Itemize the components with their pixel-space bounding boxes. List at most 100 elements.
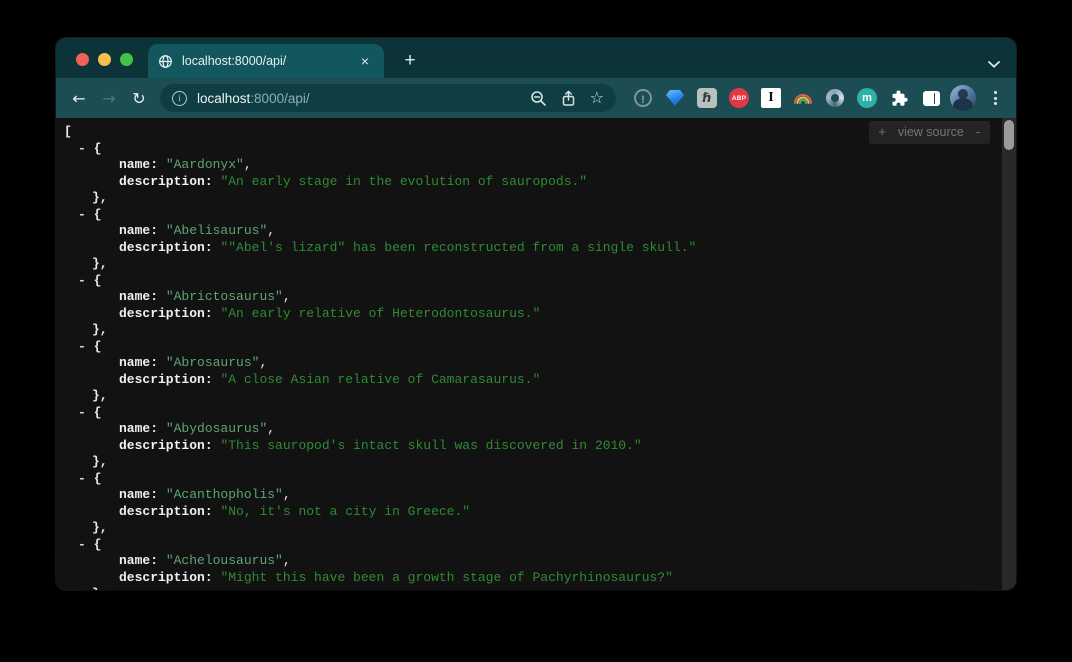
json-object-open: { <box>94 537 102 552</box>
extension-m-icon[interactable]: m <box>854 84 880 112</box>
json-line: description: "No, it's not a city in Gre… <box>56 504 1016 521</box>
json-line: }, <box>56 190 1016 207</box>
url-path: :8000/api/ <box>250 91 309 106</box>
browser-toolbar: ← → ↻ i localhost:8000/api/ ☆ ! ℏ ABP <box>56 78 1016 118</box>
collapse-toggle-icon[interactable]: - <box>78 537 86 552</box>
minimize-window-button[interactable] <box>98 53 111 66</box>
json-comma: , <box>267 223 275 238</box>
json-line: description: "Might this have been a gro… <box>56 570 1016 587</box>
collapse-all-button[interactable]: - <box>976 124 980 141</box>
extension-alert-icon[interactable]: ! <box>630 84 656 112</box>
page-content: [- {name: "Aardonyx",description: "An ea… <box>56 118 1016 590</box>
profile-avatar[interactable] <box>950 84 976 112</box>
tab-title: localhost:8000/api/ <box>182 54 356 68</box>
json-line: description: "This sauropod's intact sku… <box>56 438 1016 455</box>
tab-bar: localhost:8000/api/ × + <box>56 38 1016 78</box>
json-key-description: description: <box>119 438 213 453</box>
reload-button[interactable]: ↻ <box>124 83 154 113</box>
collapse-toggle-icon[interactable]: - <box>78 273 86 288</box>
scrollbar-thumb[interactable] <box>1004 120 1014 150</box>
json-line: name: "Abydosaurus", <box>56 421 1016 438</box>
extensions-puzzle-icon[interactable] <box>886 84 912 112</box>
side-panel-icon[interactable] <box>918 84 944 112</box>
json-value-description: "No, it's not a city in Greece." <box>220 504 470 519</box>
json-value-name: "Acanthopholis" <box>166 487 283 502</box>
tab-localhost-api[interactable]: localhost:8000/api/ × <box>148 44 384 78</box>
json-line: - { <box>56 207 1016 224</box>
json-line: - { <box>56 471 1016 488</box>
tab-close-icon[interactable]: × <box>356 52 374 70</box>
json-comma: , <box>259 355 267 370</box>
scrollbar-track[interactable] <box>1002 118 1016 590</box>
browser-window: localhost:8000/api/ × + ← → ↻ i localhos… <box>56 38 1016 590</box>
json-comma: , <box>244 157 252 172</box>
menu-kebab-icon[interactable] <box>982 84 1008 112</box>
json-object-close: }, <box>92 454 108 469</box>
json-object-close: }, <box>92 388 108 403</box>
json-object-open: { <box>94 141 102 156</box>
json-key-name: name: <box>119 487 158 502</box>
json-object-open: { <box>94 471 102 486</box>
json-line: - { <box>56 273 1016 290</box>
json-object-close: }, <box>92 190 108 205</box>
back-button[interactable]: ← <box>64 83 94 113</box>
zoom-level-icon[interactable] <box>530 90 547 107</box>
close-window-button[interactable] <box>76 53 89 66</box>
collapse-toggle-icon[interactable]: - <box>78 339 86 354</box>
json-array-open: [ <box>64 124 72 139</box>
json-line: name: "Acanthopholis", <box>56 487 1016 504</box>
zoom-window-button[interactable] <box>120 53 133 66</box>
json-comma: , <box>267 421 275 436</box>
json-key-description: description: <box>119 570 213 585</box>
json-object-close: }, <box>92 322 108 337</box>
json-object-open: { <box>94 339 102 354</box>
extension-rainbow-icon[interactable] <box>790 84 816 112</box>
tab-search-chevron-icon[interactable] <box>988 61 1000 68</box>
extension-icons: ! ℏ ABP I m <box>630 84 1008 112</box>
json-object-close: }, <box>92 520 108 535</box>
extension-adblock-icon[interactable]: ABP <box>726 84 752 112</box>
traffic-lights <box>76 53 133 66</box>
json-key-description: description: <box>119 240 213 255</box>
collapse-toggle-icon[interactable]: - <box>78 405 86 420</box>
json-line: }, <box>56 520 1016 537</box>
json-key-name: name: <box>119 157 158 172</box>
bookmark-star-icon[interactable]: ☆ <box>590 90 604 106</box>
new-tab-button[interactable]: + <box>396 47 424 75</box>
share-icon[interactable] <box>561 90 576 107</box>
json-line: description: "An early stage in the evol… <box>56 174 1016 191</box>
json-key-name: name: <box>119 289 158 304</box>
json-key-name: name: <box>119 223 158 238</box>
json-comma: , <box>283 553 291 568</box>
json-value-description: "Might this have been a growth stage of … <box>220 570 672 585</box>
json-value-name: "Abydosaurus" <box>166 421 267 436</box>
json-tree: [- {name: "Aardonyx",description: "An ea… <box>56 118 1016 590</box>
extension-gem-icon[interactable] <box>662 84 688 112</box>
collapse-toggle-icon[interactable]: - <box>78 471 86 486</box>
json-value-name: "Achelousaurus" <box>166 553 283 568</box>
json-line: description: "A close Asian relative of … <box>56 372 1016 389</box>
globe-favicon-icon <box>158 54 173 69</box>
json-line: - { <box>56 339 1016 356</box>
json-key-description: description: <box>119 504 213 519</box>
json-line: name: "Achelousaurus", <box>56 553 1016 570</box>
json-comma: , <box>283 487 291 502</box>
extension-instapaper-icon[interactable]: I <box>758 84 784 112</box>
address-bar[interactable]: i localhost:8000/api/ ☆ <box>160 84 616 112</box>
json-comma: , <box>283 289 291 304</box>
site-info-icon[interactable]: i <box>172 91 187 106</box>
json-key-description: description: <box>119 306 213 321</box>
url-text: localhost:8000/api/ <box>197 91 310 106</box>
expand-all-button[interactable]: + <box>879 124 886 141</box>
json-line: description: "An early relative of Heter… <box>56 306 1016 323</box>
forward-button[interactable]: → <box>94 83 124 113</box>
json-object-open: { <box>94 405 102 420</box>
extension-gray-icon[interactable]: ℏ <box>694 84 720 112</box>
json-line: name: "Abrictosaurus", <box>56 289 1016 306</box>
view-source-button[interactable]: view source <box>898 124 964 141</box>
json-line: }, <box>56 322 1016 339</box>
collapse-toggle-icon[interactable]: - <box>78 141 86 156</box>
json-line: description: ""Abel's lizard" has been r… <box>56 240 1016 257</box>
collapse-toggle-icon[interactable]: - <box>78 207 86 222</box>
extension-donut-icon[interactable] <box>822 84 848 112</box>
